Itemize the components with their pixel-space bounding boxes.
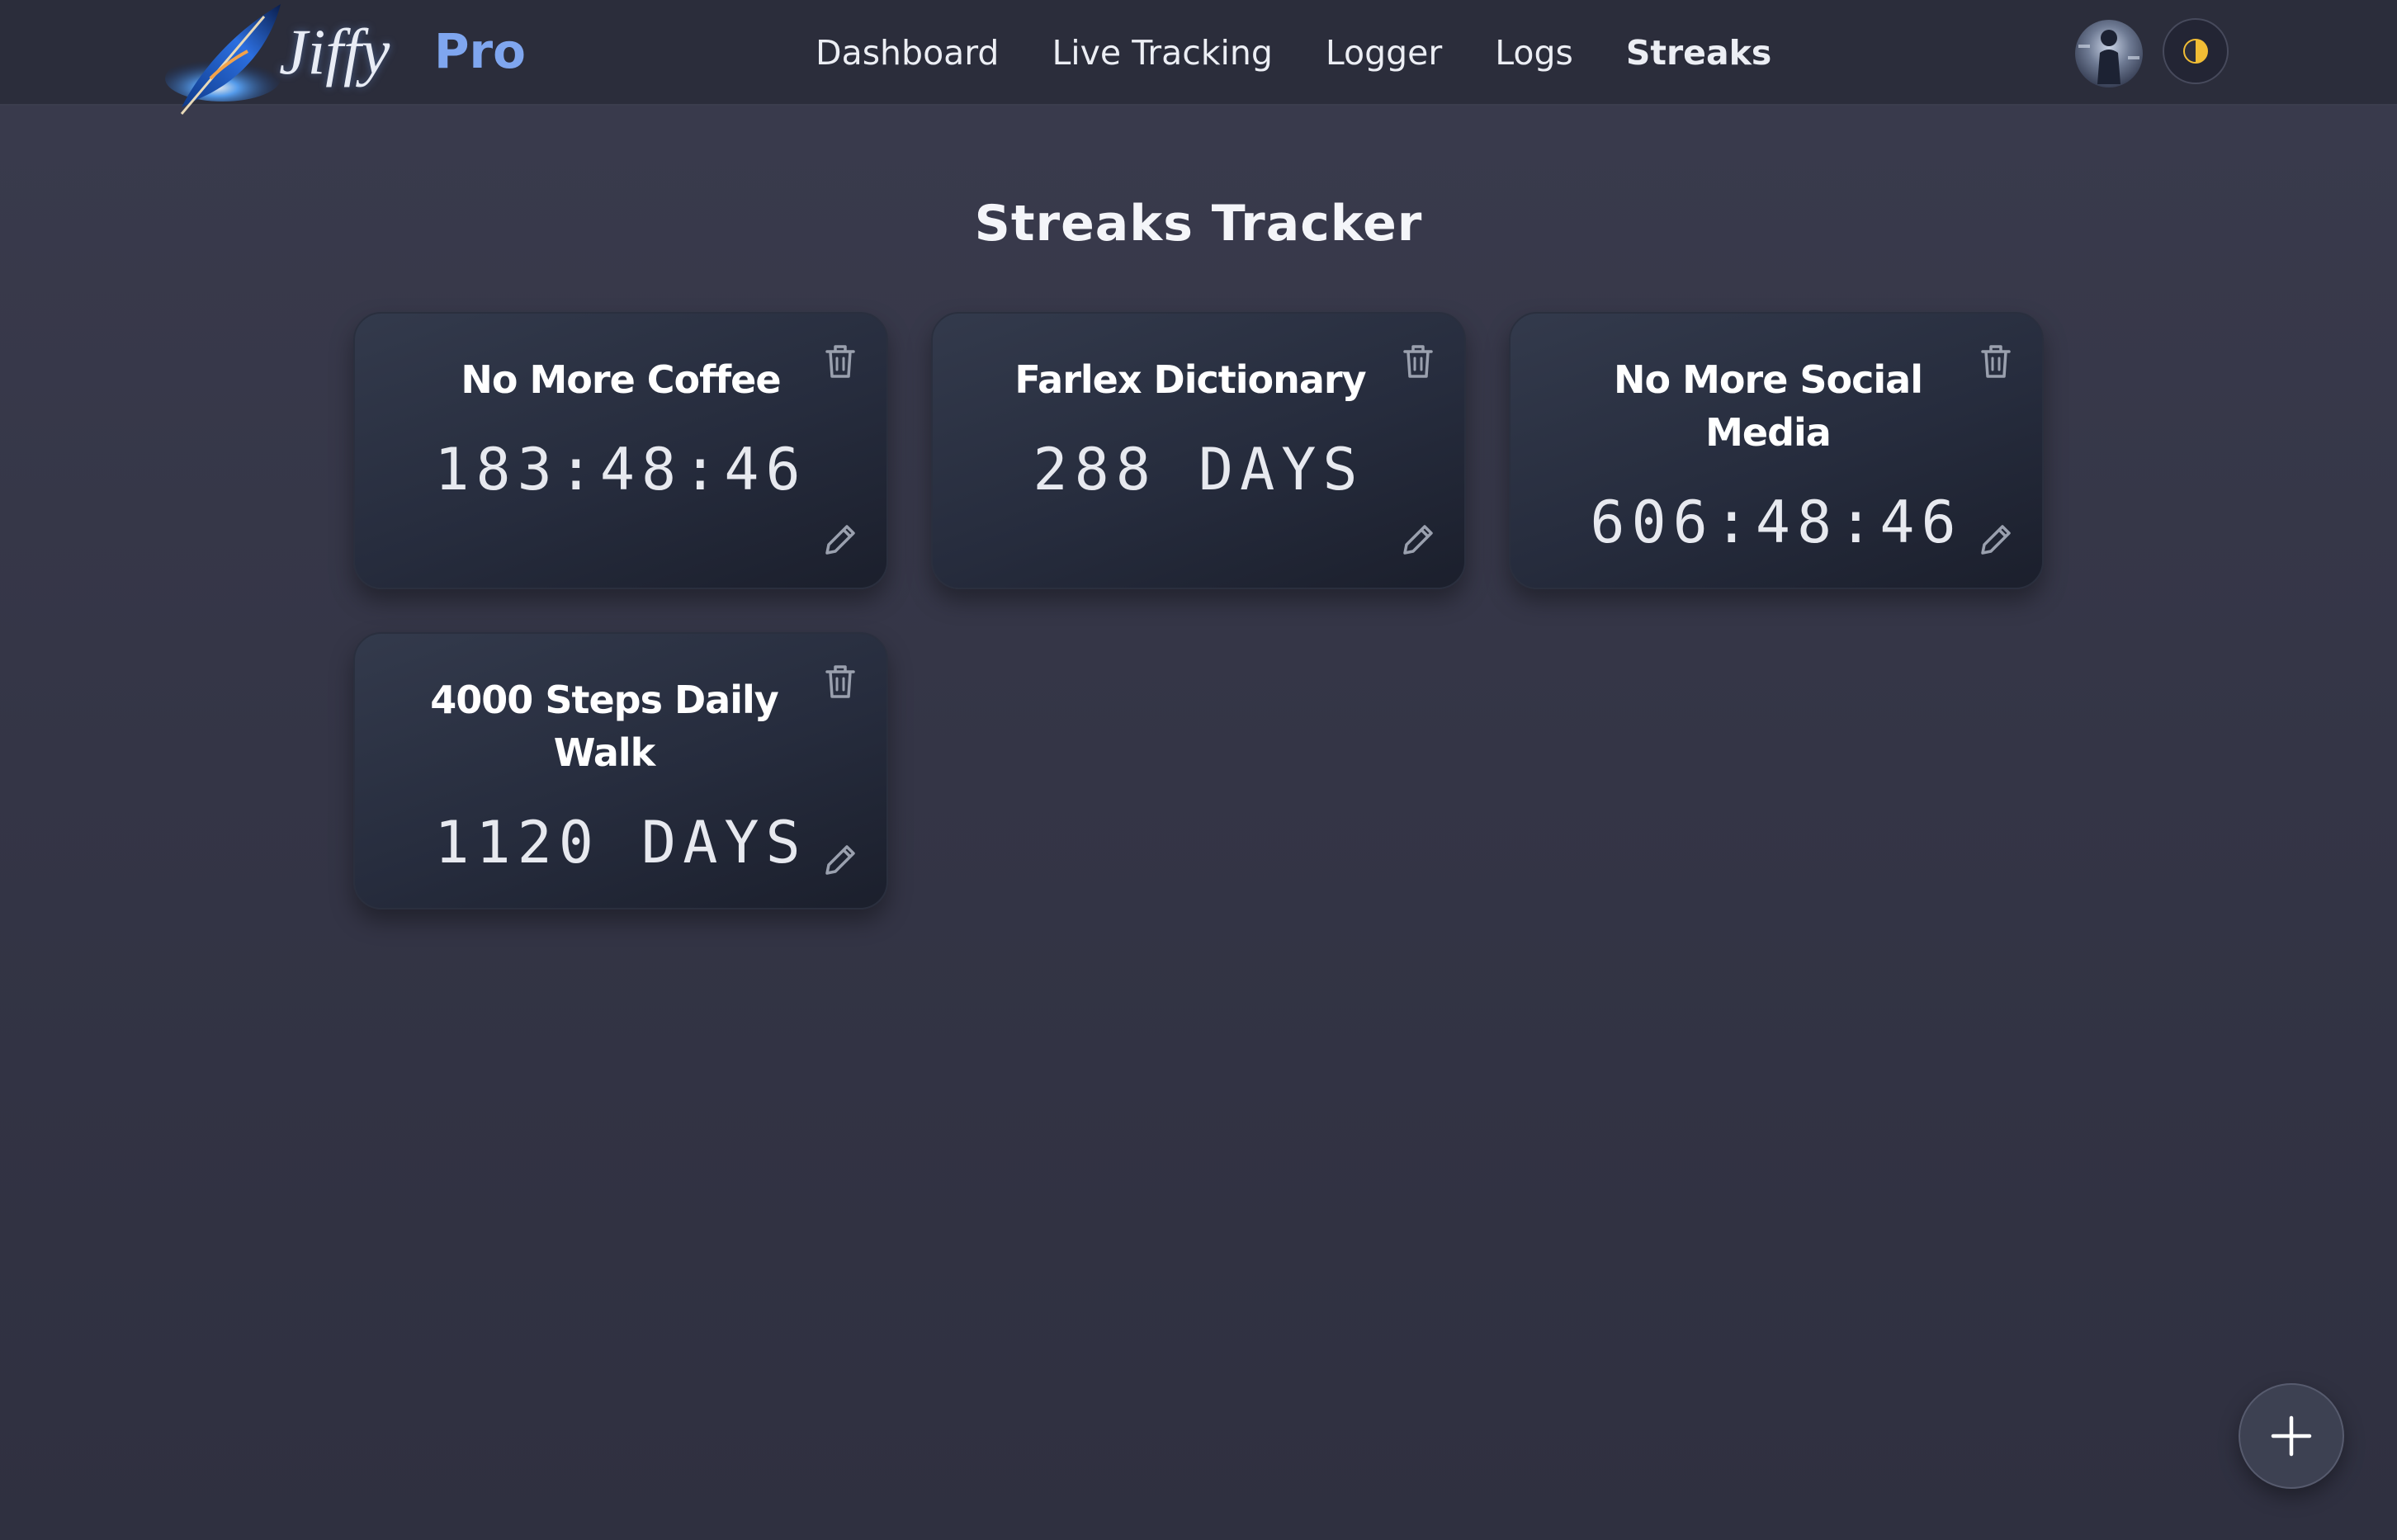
nav-logger[interactable]: Logger	[1326, 33, 1442, 73]
streak-value: 606:48:46	[1590, 489, 1963, 556]
trash-icon[interactable]	[822, 342, 858, 381]
streak-value: 183:48:46	[434, 436, 807, 503]
nav-live-tracking[interactable]: Live Tracking	[1052, 33, 1272, 73]
nav-streaks[interactable]: Streaks	[1626, 33, 1772, 73]
page-title: Streaks Tracker	[974, 195, 1423, 253]
streak-title: 4000 Steps Daily Walk	[430, 678, 778, 775]
streak-card: Farlex Dictionary 288 DAYS	[931, 312, 1466, 589]
trash-icon[interactable]	[822, 662, 858, 702]
pencil-icon[interactable]	[1976, 522, 2014, 560]
pencil-icon[interactable]	[820, 522, 858, 560]
brand-name: Jiffy	[279, 16, 390, 87]
streak-card: 4000 Steps Daily Walk 1120 DAYS	[353, 632, 888, 909]
user-silhouette-icon	[2078, 30, 2139, 84]
brand-tier: Pro	[434, 23, 526, 79]
main-nav: Dashboard Live Tracking Logger Logs Stre…	[816, 0, 1771, 106]
streak-title: No More Coffee	[461, 357, 781, 402]
pencil-icon[interactable]	[820, 842, 858, 880]
plus-icon	[2271, 1415, 2312, 1457]
feather-logo-icon	[165, 4, 281, 115]
top-navbar: Jiffy Pro Dashboard Live Tracking Logger…	[0, 0, 2397, 115]
streak-title: No More Social Media	[1614, 357, 1923, 455]
brand[interactable]: Jiffy Pro	[165, 0, 545, 116]
trash-icon[interactable]	[1400, 342, 1436, 381]
streak-card: No More Coffee 183:48:46	[353, 312, 888, 589]
streak-title: Farlex Dictionary	[1014, 357, 1366, 402]
streak-value: 1120 DAYS	[434, 809, 807, 876]
streak-value: 288 DAYS	[1033, 436, 1364, 503]
nav-dashboard[interactable]: Dashboard	[816, 33, 999, 73]
streak-card: No More Social Media 606:48:46	[1509, 312, 2044, 589]
nav-logs[interactable]: Logs	[1495, 33, 1573, 73]
add-streak-button[interactable]	[2239, 1383, 2344, 1489]
pencil-icon[interactable]	[1398, 522, 1436, 560]
half-moon-icon	[2183, 39, 2208, 64]
user-avatar[interactable]	[2075, 20, 2143, 87]
trash-icon[interactable]	[1978, 342, 2014, 381]
theme-toggle-button[interactable]	[2163, 18, 2229, 84]
